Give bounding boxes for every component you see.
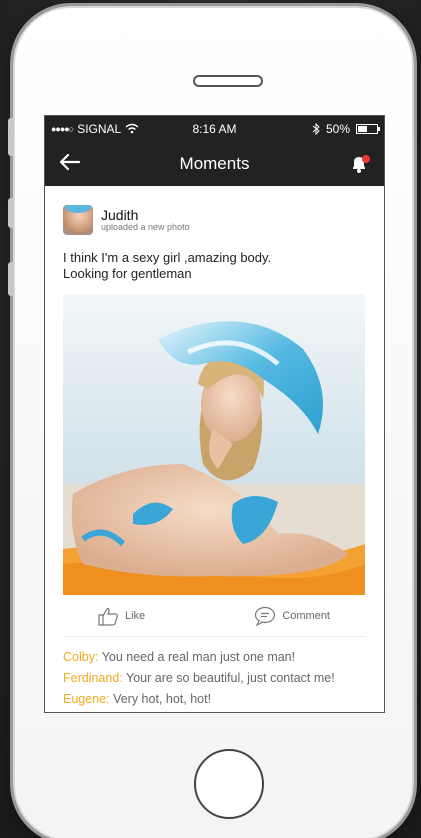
phone-side-button	[8, 262, 14, 296]
comment-list: Colby: You need a real man just one man!…	[63, 637, 366, 710]
author-action: uploaded a new photo	[101, 222, 190, 232]
clock: 8:16 AM	[192, 121, 237, 136]
comment-text: Very hot, hot, hot!	[113, 692, 212, 706]
back-arrow-icon[interactable]	[59, 151, 81, 177]
comment-text: Your are so beautiful, just contact me!	[126, 671, 335, 685]
phone-side-button	[8, 198, 14, 228]
post-text-line: I think I'm a sexy girl ,amazing body.	[63, 250, 272, 265]
comment-item: Ferdinand: Your are so beautiful, just c…	[63, 668, 366, 689]
like-label: Like	[125, 609, 146, 622]
commenter-name[interactable]: Ferdinand:	[63, 671, 123, 685]
post-actions: Like Comment	[63, 595, 366, 637]
home-button[interactable]	[194, 749, 264, 819]
commenter-name[interactable]: Colby:	[63, 650, 98, 664]
post-photo[interactable]	[63, 294, 365, 595]
phone-speaker	[193, 75, 263, 87]
app-screen: ●●●●○ SIGNAL 8:16 AM 50% Moments Judith …	[44, 115, 385, 713]
nav-bar: Moments	[45, 141, 384, 186]
post-text-line: Looking for gentleman	[63, 266, 192, 281]
post-text: I think I'm a sexy girl ,amazing body. L…	[63, 250, 366, 282]
notification-dot	[362, 154, 370, 163]
comment-bubble-icon	[255, 606, 276, 626]
thumbs-up-icon	[98, 607, 118, 626]
battery-icon	[356, 123, 380, 134]
avatar[interactable]	[63, 205, 93, 235]
phone-side-button	[8, 118, 14, 156]
comment-button[interactable]: Comment	[254, 606, 330, 626]
comment-item: Eugene: Very hot, hot, hot!	[63, 689, 366, 710]
page-title: Moments	[179, 153, 250, 173]
comment-label: Comment	[282, 609, 330, 622]
post-card: Judith uploaded a new photo I think I'm …	[45, 205, 384, 710]
commenter-name[interactable]: Eugene:	[63, 692, 110, 706]
comment-text: You need a real man just one man!	[101, 650, 296, 664]
status-bar: ●●●●○ SIGNAL 8:16 AM 50%	[45, 116, 384, 141]
author-name[interactable]: Judith	[101, 208, 190, 222]
notification-bell-icon[interactable]	[348, 153, 370, 175]
comment-item: Colby: You need a real man just one man!	[63, 647, 366, 668]
like-button[interactable]: Like	[97, 606, 145, 626]
post-photo-illustration	[63, 294, 365, 595]
post-author[interactable]: Judith uploaded a new photo	[63, 205, 366, 235]
